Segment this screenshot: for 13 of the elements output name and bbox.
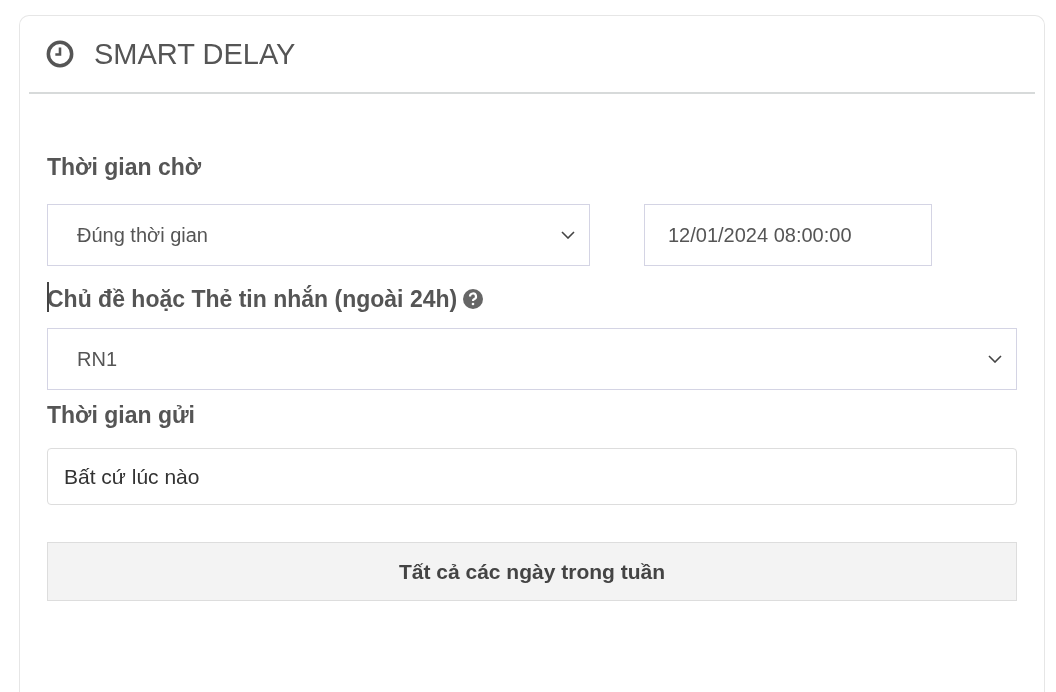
datetime-field[interactable]: 12/01/2024 08:00:00 — [644, 204, 932, 266]
help-icon — [463, 289, 484, 309]
panel-title: SMART DELAY — [94, 37, 296, 71]
field-label: Chủ đề hoặc Thẻ tin nhắn (ngoài 24h) — [47, 285, 458, 313]
field-label: Thời gian gửi — [47, 402, 196, 430]
chevron-down-icon — [561, 231, 575, 239]
field-label: Thời gian chờ — [47, 154, 203, 182]
clock-icon — [46, 40, 74, 68]
chevron-down-icon — [988, 355, 1002, 363]
mode-select[interactable]: Đúng thời gian — [47, 204, 590, 266]
topic-select[interactable]: RN1 — [47, 328, 1017, 390]
send-time-field[interactable]: Bất cứ lúc nào — [47, 448, 1017, 505]
weekdays-button[interactable]: Tất cả các ngày trong tuần — [47, 542, 1017, 601]
